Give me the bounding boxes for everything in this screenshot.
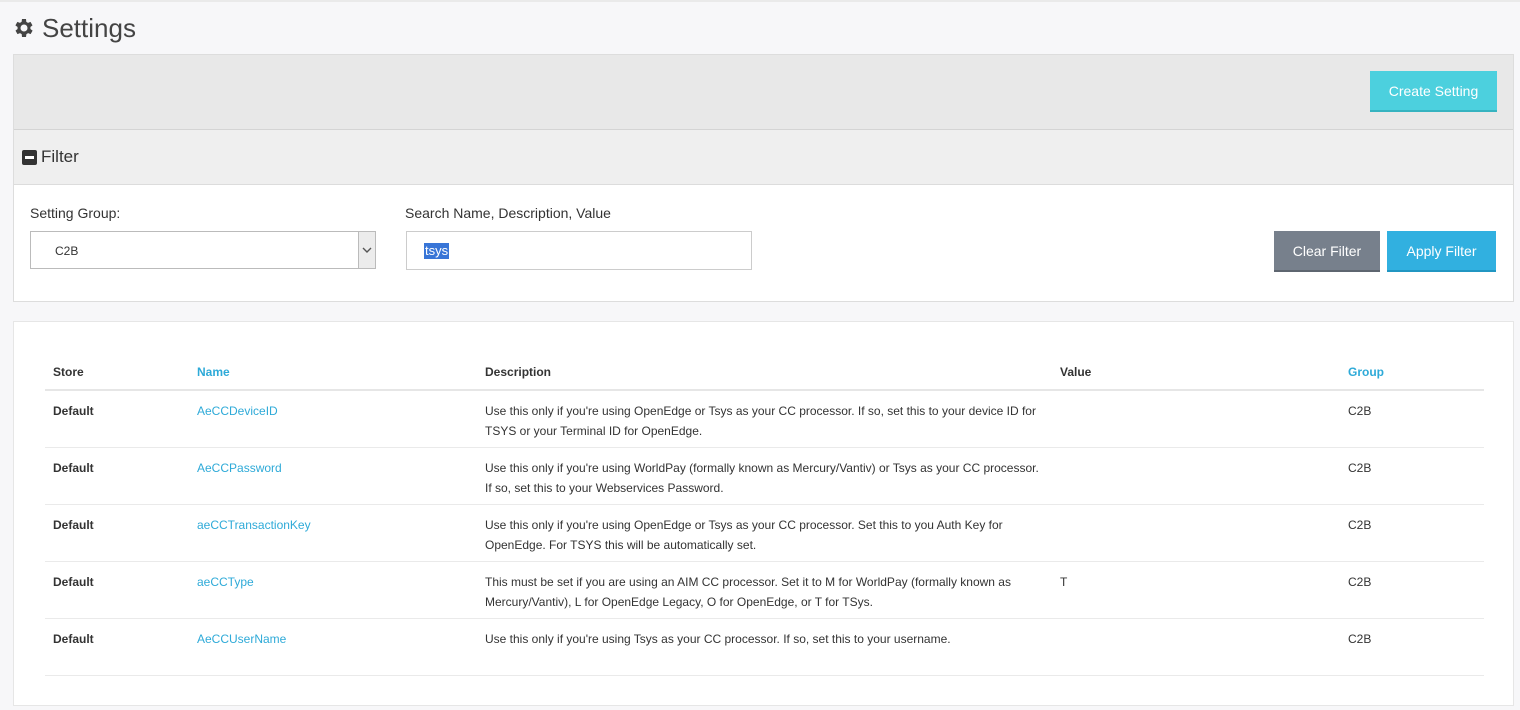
cell-value: [1052, 618, 1340, 676]
cell-store: Default: [45, 618, 189, 676]
cell-name-link[interactable]: AeCCDeviceID: [189, 390, 477, 448]
filter-toggle[interactable]: Filter: [14, 130, 1513, 185]
table-header-row: Store Name Description Value Group: [45, 355, 1484, 391]
cell-value: [1052, 390, 1340, 448]
cell-name-link[interactable]: aeCCType: [189, 561, 477, 619]
cell-description: This must be set if you are using an AIM…: [477, 561, 1052, 619]
create-setting-button[interactable]: Create Setting: [1370, 71, 1497, 112]
cell-name-link[interactable]: aeCCTransactionKey: [189, 504, 477, 562]
panel-header: Create Setting: [14, 55, 1513, 130]
setting-group-value: C2B: [55, 244, 79, 258]
table-row: Default AeCCDeviceID Use this only if yo…: [45, 390, 1484, 448]
top-border: [0, 0, 1520, 2]
column-header-description: Description: [477, 355, 1052, 391]
results-panel: Store Name Description Value Group Defau…: [13, 321, 1514, 706]
settings-table: Store Name Description Value Group Defau…: [45, 355, 1484, 676]
column-header-store: Store: [45, 355, 189, 391]
cell-store: Default: [45, 504, 189, 562]
setting-group-select[interactable]: C2B: [30, 231, 376, 269]
minus-square-icon[interactable]: [22, 149, 37, 165]
cell-value: T: [1052, 561, 1340, 619]
setting-group-label: Setting Group:: [30, 205, 121, 221]
cell-group: C2B: [1340, 447, 1484, 505]
gear-icon: [15, 19, 33, 37]
cell-description: Use this only if you're using OpenEdge o…: [477, 504, 1052, 562]
search-input-value: tsys: [424, 243, 450, 259]
table-row: Default AeCCPassword Use this only if yo…: [45, 447, 1484, 505]
page-title-text: Settings: [42, 12, 136, 43]
table-row: Default aeCCTransactionKey Use this only…: [45, 504, 1484, 562]
cell-group: C2B: [1340, 504, 1484, 562]
cell-group: C2B: [1340, 618, 1484, 676]
page-title: Settings: [12, 12, 136, 44]
column-header-value: Value: [1052, 355, 1340, 391]
clear-filter-button[interactable]: Clear Filter: [1274, 231, 1380, 272]
chevron-down-icon[interactable]: [358, 232, 375, 268]
table-row: Default AeCCUserName Use this only if yo…: [45, 618, 1484, 676]
cell-description: Use this only if you're using OpenEdge o…: [477, 390, 1052, 448]
cell-store: Default: [45, 561, 189, 619]
search-input[interactable]: tsys: [406, 231, 752, 270]
table-row: Default aeCCType This must be set if you…: [45, 561, 1484, 619]
cell-value: [1052, 447, 1340, 505]
cell-store: Default: [45, 447, 189, 505]
search-label: Search Name, Description, Value: [405, 205, 611, 221]
apply-filter-button[interactable]: Apply Filter: [1387, 231, 1496, 272]
cell-description: Use this only if you're using WorldPay (…: [477, 447, 1052, 505]
cell-store: Default: [45, 390, 189, 448]
column-header-group[interactable]: Group: [1340, 355, 1484, 391]
column-header-name[interactable]: Name: [189, 355, 477, 391]
cell-group: C2B: [1340, 390, 1484, 448]
filter-header-label: Filter: [41, 147, 79, 166]
filter-panel: Create Setting Filter Setting Group: C2B…: [13, 54, 1514, 302]
cell-name-link[interactable]: AeCCPassword: [189, 447, 477, 505]
cell-value: [1052, 504, 1340, 562]
cell-name-link[interactable]: AeCCUserName: [189, 618, 477, 676]
cell-description: Use this only if you're using Tsys as yo…: [477, 618, 1052, 676]
cell-group: C2B: [1340, 561, 1484, 619]
